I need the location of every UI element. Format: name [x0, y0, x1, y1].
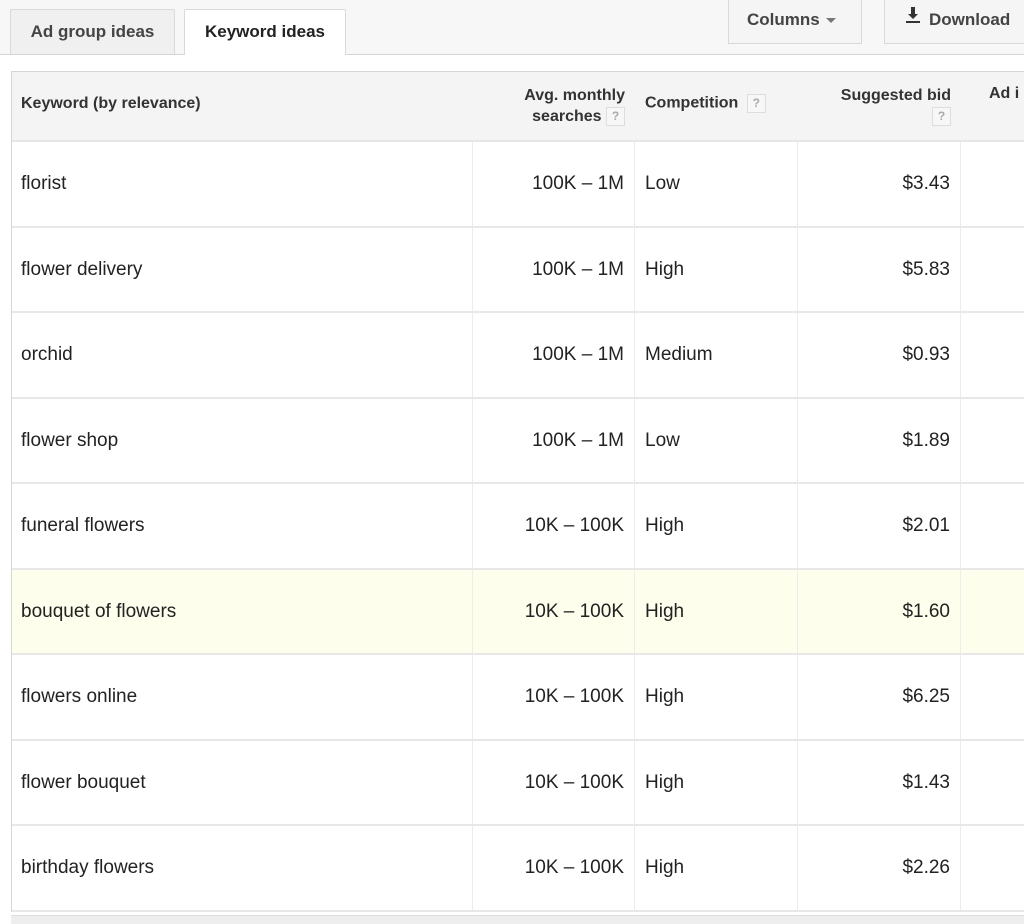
table-row[interactable]: funeral flowers 10K – 100K High $2.01 — [12, 484, 1024, 570]
header-competition-label: Competition — [645, 94, 739, 112]
suggested-bid-cell: $3.43 — [798, 142, 961, 226]
download-label: Download — [929, 10, 1011, 29]
header-avg-line1: Avg. monthly — [524, 87, 625, 104]
table-row[interactable]: flowers online 10K – 100K High $6.25 — [12, 655, 1024, 741]
avg-monthly-searches-cell: 10K – 100K — [473, 740, 635, 824]
competition-cell: Low — [635, 398, 798, 482]
competition-cell: High — [635, 655, 798, 739]
keyword-cell: birthday flowers — [12, 826, 473, 910]
suggested-bid-cell: $2.26 — [798, 826, 961, 910]
ad-impressions-cell — [961, 741, 1024, 825]
table-row[interactable]: bouquet of flowers 10K – 100K High $1.60 — [12, 569, 1024, 655]
header-bid-label: Suggested bid — [840, 87, 951, 104]
ad-impressions-cell — [961, 228, 1024, 312]
keyword-cell: bouquet of flowers — [12, 569, 473, 653]
competition-cell: High — [635, 484, 798, 568]
keyword-cell: florist — [12, 142, 473, 226]
header-avg-monthly-searches[interactable]: Avg. monthly searches ? — [473, 85, 625, 127]
columns-label: Columns — [747, 10, 820, 29]
table-row[interactable]: flower delivery 100K – 1M High $5.83 — [12, 227, 1024, 313]
header-keyword[interactable]: Keyword (by relevance) — [21, 95, 201, 113]
competition-cell: High — [635, 740, 798, 824]
help-icon[interactable]: ? — [932, 107, 951, 127]
table-row[interactable]: flower shop 100K – 1M Low $1.89 — [12, 398, 1024, 484]
competition-cell: High — [635, 826, 798, 910]
table-row[interactable]: flower bouquet 10K – 100K High $1.43 — [12, 740, 1024, 826]
suggested-bid-cell: $1.60 — [798, 569, 961, 653]
header-suggested-bid[interactable]: Suggested bid ? — [798, 85, 951, 127]
top-toolbar: Ad group ideas Keyword ideas Columns Dow… — [0, 0, 1024, 55]
avg-monthly-searches-cell: 10K – 100K — [473, 484, 635, 568]
help-icon[interactable]: ? — [606, 107, 625, 127]
keyword-cell: orchid — [12, 313, 473, 397]
suggested-bid-cell: $2.01 — [798, 484, 961, 568]
avg-monthly-searches-cell: 100K – 1M — [473, 142, 635, 226]
avg-monthly-searches-cell: 100K – 1M — [473, 313, 635, 397]
tab-keyword-ideas[interactable]: Keyword ideas — [184, 9, 346, 55]
ad-impressions-cell — [961, 570, 1024, 654]
avg-monthly-searches-cell: 10K – 100K — [473, 655, 635, 739]
competition-cell: High — [635, 227, 798, 311]
table-header: Keyword (by relevance) Avg. monthly sear… — [12, 72, 1024, 142]
ad-impressions-cell — [961, 484, 1024, 568]
suggested-bid-cell: $5.83 — [798, 227, 961, 311]
ad-impressions-cell — [961, 826, 1024, 910]
ad-impressions-cell — [961, 655, 1024, 739]
avg-monthly-searches-cell: 100K – 1M — [473, 227, 635, 311]
avg-monthly-searches-cell: 10K – 100K — [473, 569, 635, 653]
keyword-cell: flower shop — [12, 398, 473, 482]
table-row[interactable]: florist 100K – 1M Low $3.43 — [12, 142, 1024, 228]
suggested-bid-cell: $1.43 — [798, 740, 961, 824]
competition-cell: Medium — [635, 313, 798, 397]
keyword-cell: flower bouquet — [12, 740, 473, 824]
ad-impressions-cell — [961, 313, 1024, 397]
ad-impressions-cell — [961, 142, 1024, 226]
header-competition[interactable]: Competition ? — [645, 94, 766, 113]
download-icon — [905, 0, 921, 39]
header-avg-line2: searches — [532, 108, 602, 125]
suggested-bid-cell: $6.25 — [798, 655, 961, 739]
tab-ad-group-ideas[interactable]: Ad group ideas — [10, 9, 175, 54]
suggested-bid-cell: $1.89 — [798, 398, 961, 482]
table-row[interactable]: birthday flowers 10K – 100K High $2.26 — [12, 826, 1024, 912]
help-icon[interactable]: ? — [746, 94, 766, 113]
caret-down-icon — [825, 18, 836, 24]
keyword-cell: flowers online — [12, 655, 473, 739]
competition-cell: High — [635, 569, 798, 653]
competition-cell: Low — [635, 142, 798, 226]
ad-impressions-cell — [961, 399, 1024, 483]
keyword-cell: flower delivery — [12, 227, 473, 311]
avg-monthly-searches-cell: 10K – 100K — [473, 826, 635, 910]
avg-monthly-searches-cell: 100K – 1M — [473, 398, 635, 482]
suggested-bid-cell: $0.93 — [798, 313, 961, 397]
keyword-ideas-table: Keyword (by relevance) Avg. monthly sear… — [11, 71, 1024, 912]
download-button[interactable]: Download — [884, 0, 1024, 44]
table-row[interactable]: orchid 100K – 1M Medium $0.93 — [12, 313, 1024, 399]
table-body: florist 100K – 1M Low $3.43 flower delivery 1… — [12, 142, 1024, 912]
keyword-cell: funeral flowers — [12, 484, 473, 568]
columns-button[interactable]: Columns — [728, 0, 862, 44]
header-ad-impressions[interactable]: Ad i — [989, 85, 1019, 103]
